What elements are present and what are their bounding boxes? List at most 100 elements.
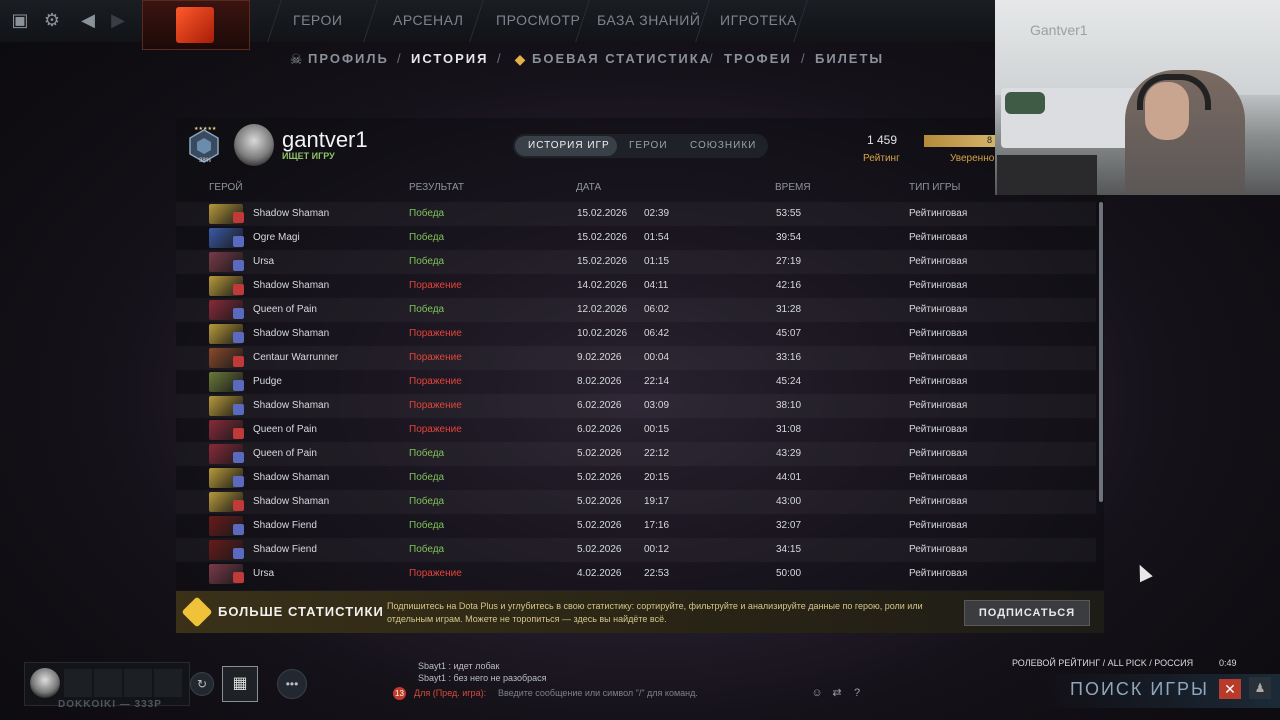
hero-name: Queen of Pain	[253, 424, 317, 435]
skull-icon: ☠	[289, 51, 303, 67]
nav-knowledge-base[interactable]: БАЗА ЗНАНИЙ	[597, 12, 700, 28]
queue-settings-icon[interactable]: ♟	[1249, 677, 1271, 699]
match-duration: 44:01	[776, 472, 802, 483]
match-duration: 45:07	[776, 328, 802, 339]
dota-logo-button[interactable]	[142, 0, 250, 50]
match-clock: 06:02	[644, 304, 670, 315]
nav-heroes[interactable]: ГЕРОИ	[293, 12, 342, 28]
nav-arsenal[interactable]: АРСЕНАЛ	[393, 12, 463, 28]
table-row[interactable]: Shadow Shaman Поражение 6.02.2026 03:09 38:1…	[176, 394, 1096, 418]
subnav-tickets[interactable]: БИЛЕТЫ	[815, 51, 884, 66]
match-date: 5.02.2026	[577, 496, 622, 507]
game-type: Рейтинговая	[909, 568, 968, 579]
menu-dots-icon[interactable]: •••	[277, 669, 307, 699]
subnav-profile[interactable]: ПРОФИЛЬ	[308, 51, 389, 66]
role-icon	[233, 500, 244, 511]
table-row[interactable]: Shadow Shaman Победа 15.02.2026 02:39 53:55 Р…	[176, 202, 1096, 226]
subnav-trophies[interactable]: ТРОФЕИ	[724, 51, 792, 66]
match-clock: 00:04	[644, 352, 670, 363]
party-slot[interactable]	[64, 669, 92, 697]
table-row[interactable]: Ursa Победа 15.02.2026 01:15 27:19 Рейтингова…	[176, 250, 1096, 274]
subnav-battle-stats[interactable]: БОЕВАЯ СТАТИСТИКА	[532, 51, 711, 66]
dashboard-icon[interactable]: ▣	[10, 10, 30, 30]
match-clock: 22:12	[644, 448, 670, 459]
party-name: DOKKOIKI — 333P	[58, 699, 162, 710]
table-row[interactable]: Shadow Shaman Победа 5.02.2026 20:15 44:01 Ре…	[176, 466, 1096, 490]
table-row[interactable]: Shadow Shaman Поражение 10.02.2026 06:42 45:…	[176, 322, 1096, 346]
rating-value: 1 459	[867, 133, 898, 147]
match-clock: 00:12	[644, 544, 670, 555]
match-result: Поражение	[409, 280, 462, 291]
col-hero[interactable]: ГЕРОЙ	[209, 182, 243, 193]
chat-message: Sbayt1 : без него не разобрася	[418, 673, 547, 683]
scrollbar[interactable]	[1099, 202, 1103, 502]
avatar[interactable]	[234, 124, 274, 166]
col-date[interactable]: ДАТА	[576, 182, 601, 193]
match-duration: 43:29	[776, 448, 802, 459]
table-row[interactable]: Shadow Fiend Победа 5.02.2026 00:12 34:15 Рей…	[176, 538, 1096, 562]
col-game-type[interactable]: ТИП ИГРЫ	[909, 182, 960, 193]
gear-icon[interactable]: ⚙	[42, 10, 62, 30]
party-slot[interactable]	[124, 669, 152, 697]
table-row[interactable]: Queen of Pain Поражение 6.02.2026 00:15 31:0…	[176, 418, 1096, 442]
chat-settings-icon[interactable]: ⇄	[830, 686, 844, 700]
match-clock: 20:15	[644, 472, 670, 483]
hero-name: Queen of Pain	[253, 448, 317, 459]
nav-watch[interactable]: ПРОСМОТР	[496, 12, 580, 28]
unread-badge: 13	[393, 687, 406, 700]
match-result: Поражение	[409, 352, 462, 363]
tab-allies[interactable]: СОЮЗНИКИ	[690, 140, 756, 151]
party-slot[interactable]	[154, 669, 182, 697]
queue-timer: 0:49	[1219, 658, 1237, 668]
match-result: Победа	[409, 232, 445, 243]
match-duration: 31:28	[776, 304, 802, 315]
subscribe-button[interactable]: ПОДПИСАТЬСЯ	[964, 600, 1090, 626]
back-arrow-icon[interactable]: ◀	[78, 10, 98, 30]
role-icon	[233, 308, 244, 319]
col-result[interactable]: РЕЗУЛЬТАТ	[409, 182, 464, 193]
match-duration: 50:00	[776, 568, 802, 579]
match-duration: 33:16	[776, 352, 802, 363]
subnav-history[interactable]: ИСТОРИЯ	[411, 51, 489, 66]
table-row[interactable]: Shadow Fiend Победа 5.02.2026 17:16 32:07 Рей…	[176, 514, 1096, 538]
table-row[interactable]: Queen of Pain Победа 12.02.2026 06:02 31:28 Р…	[176, 298, 1096, 322]
role-icon	[233, 284, 244, 295]
role-icon	[233, 212, 244, 223]
refresh-icon[interactable]: ↻	[190, 672, 214, 696]
match-date: 6.02.2026	[577, 400, 622, 411]
tab-heroes[interactable]: ГЕРОИ	[629, 140, 668, 151]
match-date: 8.02.2026	[577, 376, 622, 387]
chat-channel[interactable]: Для (Пред. игра):	[414, 688, 486, 698]
match-result: Победа	[409, 304, 445, 315]
confidence-bar: 8	[924, 135, 996, 147]
nav-arcade[interactable]: ИГРОТЕКА	[720, 12, 797, 28]
match-clock: 01:54	[644, 232, 670, 243]
table-row[interactable]: Shadow Shaman Победа 5.02.2026 19:17 43:00 Ре…	[176, 490, 1096, 514]
match-result: Победа	[409, 544, 445, 555]
table-row[interactable]: Ogre Magi Победа 15.02.2026 01:54 39:54 Рейти…	[176, 226, 1096, 250]
match-duration: 45:24	[776, 376, 802, 387]
tab-match-history[interactable]: ИСТОРИЯ ИГР	[528, 140, 610, 151]
hero-name: Centaur Warrunner	[253, 352, 339, 363]
help-icon[interactable]: ?	[850, 686, 864, 700]
match-clock: 19:17	[644, 496, 670, 507]
party-slot[interactable]	[94, 669, 122, 697]
forward-arrow-icon[interactable]: ▶	[108, 10, 128, 30]
hero-name: Queen of Pain	[253, 304, 317, 315]
col-duration[interactable]: ВРЕМЯ	[775, 182, 811, 193]
cancel-search-button[interactable]: ✕	[1219, 679, 1241, 699]
match-date: 9.02.2026	[577, 352, 622, 363]
table-row[interactable]: Ursa Поражение 4.02.2026 22:53 50:00 Рейтинго…	[176, 562, 1096, 586]
table-row[interactable]: Pudge Поражение 8.02.2026 22:14 45:24 Рейтинг…	[176, 370, 1096, 394]
game-type: Рейтинговая	[909, 232, 968, 243]
ranked-icon[interactable]: ▦	[222, 666, 258, 702]
match-date: 6.02.2026	[577, 424, 622, 435]
table-row[interactable]: Queen of Pain Победа 5.02.2026 22:12 43:29 Ре…	[176, 442, 1096, 466]
table-row[interactable]: Centaur Warrunner Поражение 9.02.2026 00:04…	[176, 346, 1096, 370]
emoji-icon[interactable]: ☺	[810, 686, 824, 700]
party-avatar[interactable]	[30, 668, 60, 698]
table-row[interactable]: Shadow Shaman Поражение 14.02.2026 04:11 42:…	[176, 274, 1096, 298]
match-duration: 42:16	[776, 280, 802, 291]
role-icon	[233, 380, 244, 391]
match-date: 10.02.2026	[577, 328, 628, 339]
